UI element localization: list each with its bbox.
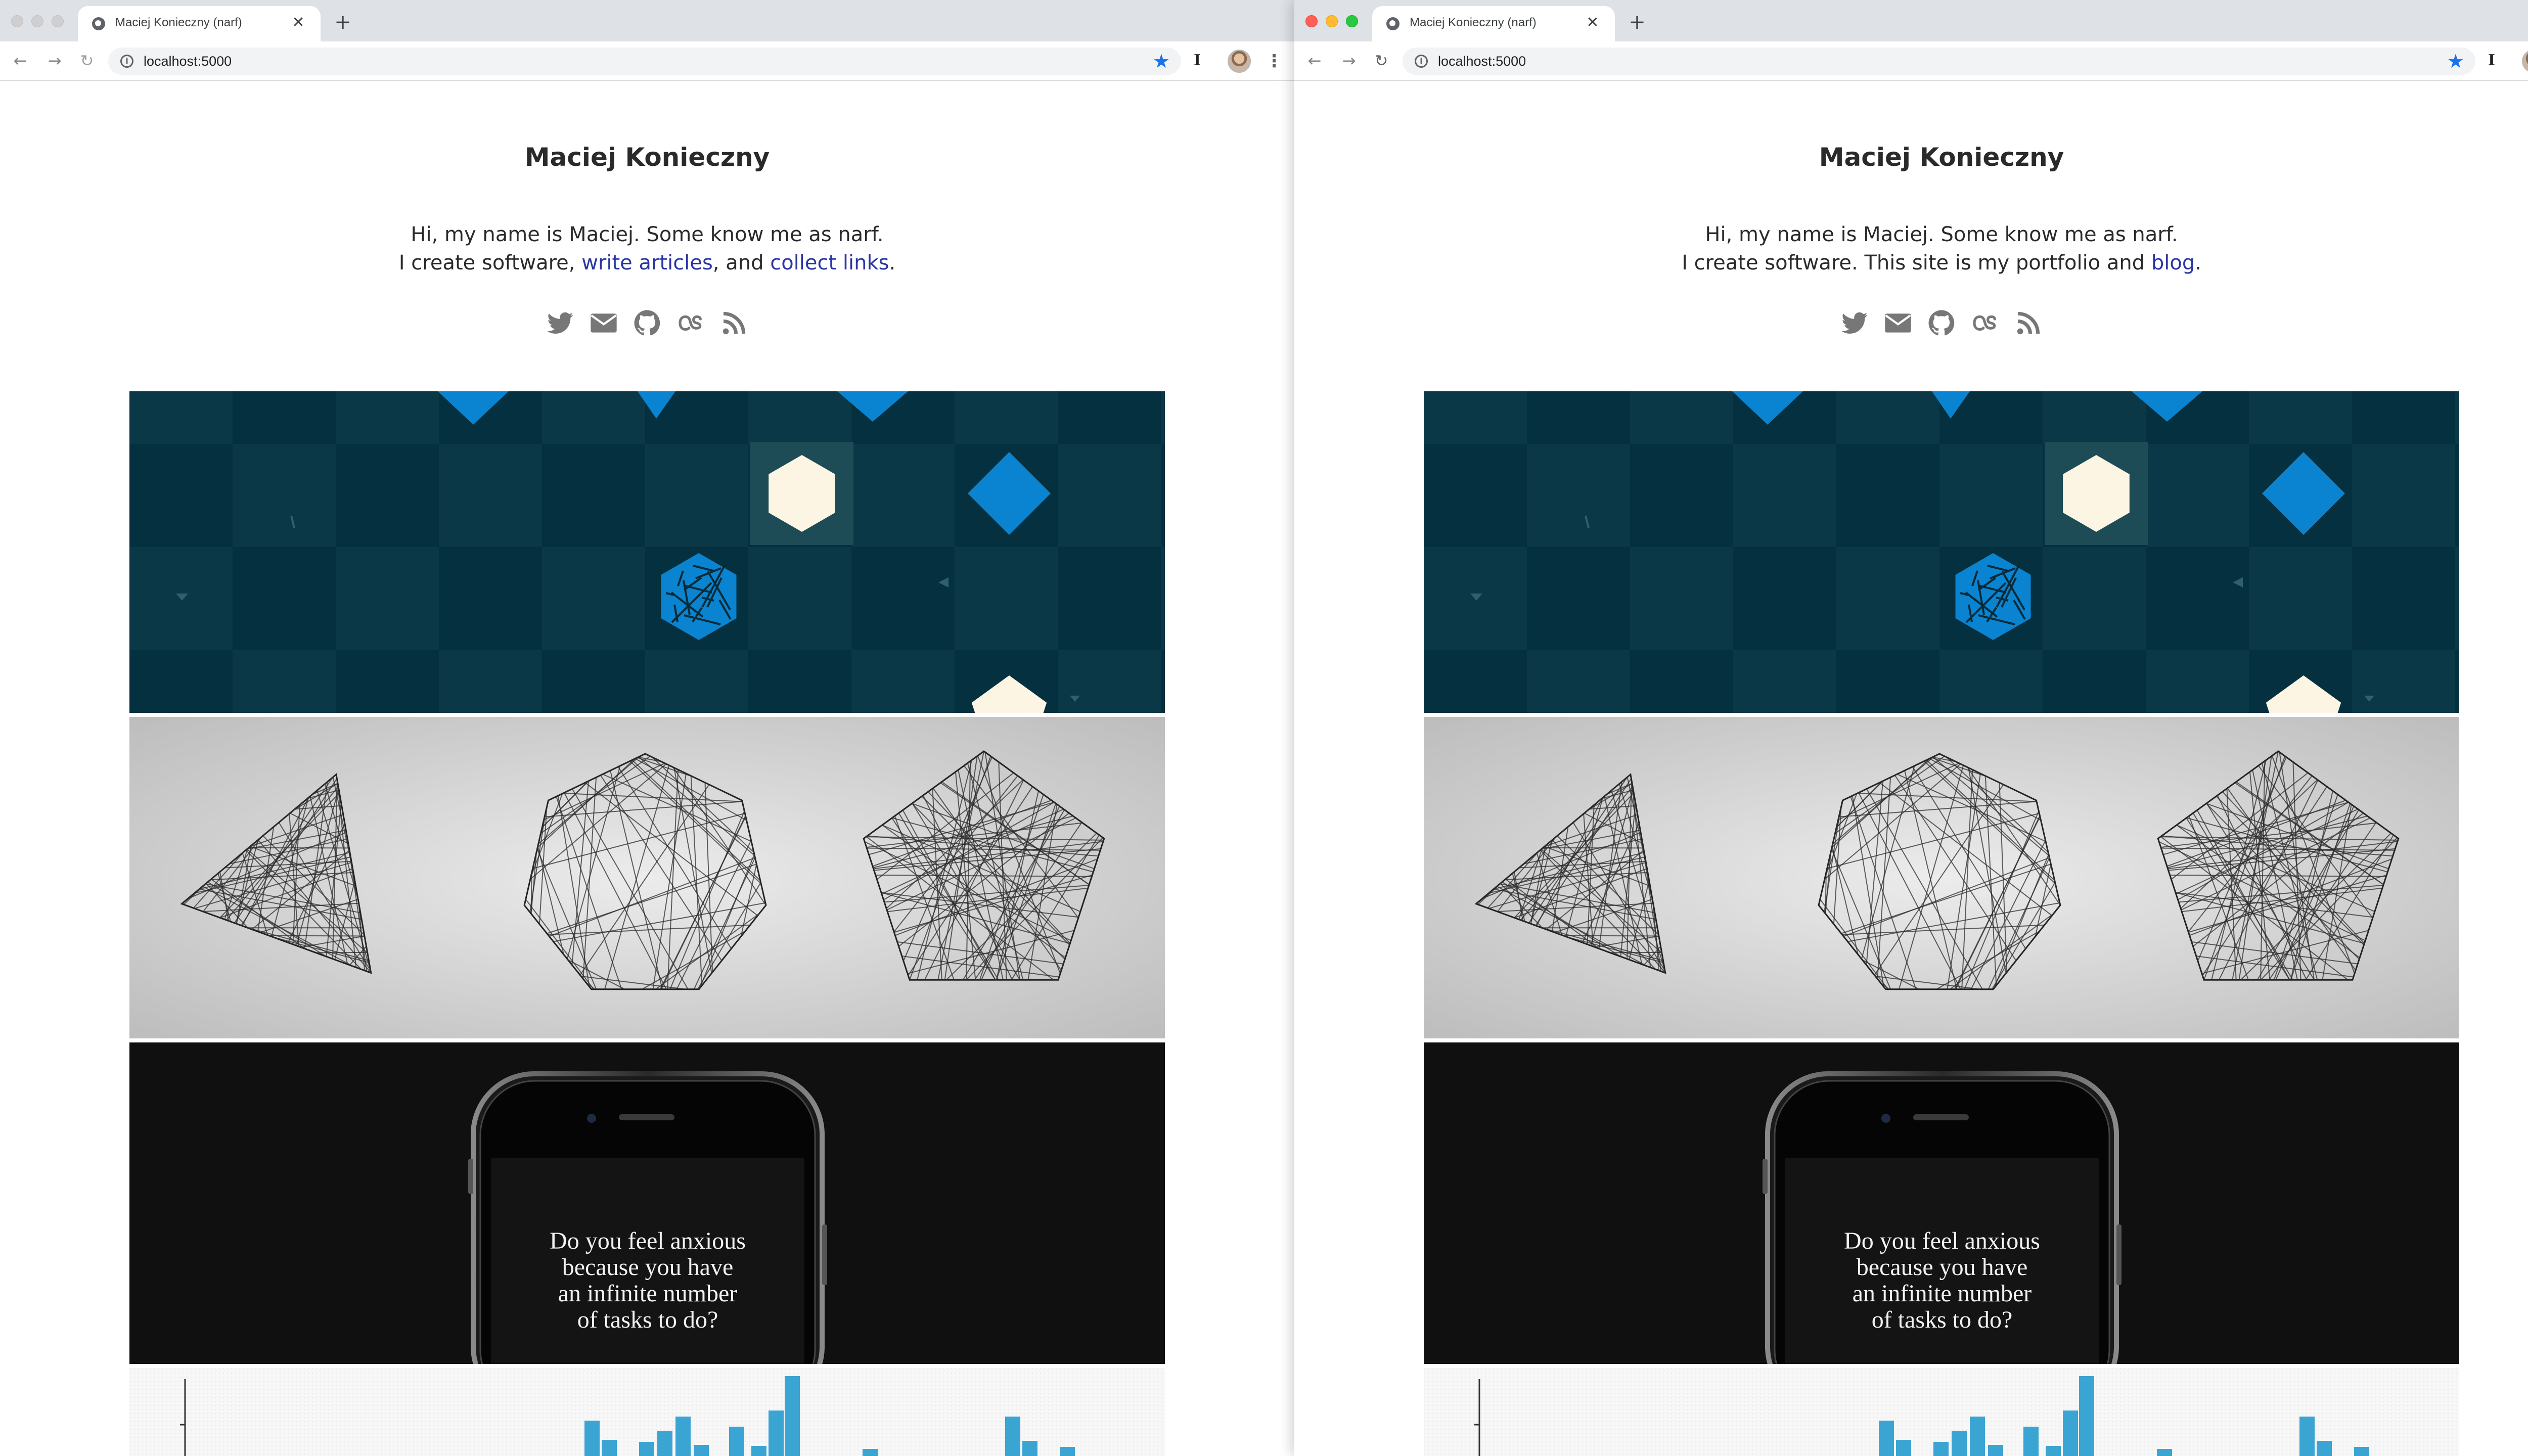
tab-title: Maciej Konieczny (narf) [115,16,242,29]
url-text[interactable]: localhost:5000 [1438,54,1526,69]
browser-window-left: Maciej Konieczny (narf) ✕ + ← → ↻ i loca… [0,0,1294,1456]
intro-text-part: I create software. This site is my portf… [1682,251,2151,275]
profile-avatar[interactable] [2522,50,2528,73]
back-arrow-icon[interactable]: ← [9,50,31,72]
github-icon[interactable] [633,309,661,337]
zoom-window-button[interactable] [52,15,64,27]
project-game-thumbnail[interactable] [1424,391,2459,713]
info-icon[interactable]: i [1415,55,1428,68]
string-art-shapes [129,717,1165,1038]
close-window-button[interactable] [1305,15,1318,27]
phone-mockup: Do you feel anxiousbecause you havean in… [1424,1042,2459,1364]
extension-icon[interactable]: I [1187,51,1207,71]
game-board [1424,391,2459,713]
social-links [1840,305,2043,341]
new-tab-button[interactable]: + [332,11,354,33]
info-icon[interactable]: i [120,55,133,68]
intro-line-1: Hi, my name is Maciej. Some know me as n… [411,223,884,246]
browser-toolbar: ← → ↻ i localhost:5000 ★ I ⋮ [1294,41,2528,81]
tab-strip: Maciej Konieczny (narf) ✕ + [1294,0,2528,41]
project-string-art-thumbnail[interactable] [129,717,1165,1038]
twitter-icon[interactable] [546,309,574,337]
globe-icon [92,17,105,30]
globe-icon [1386,17,1400,30]
phone-text-line: because you have [1857,1254,2028,1281]
forward-arrow-icon[interactable]: → [1338,50,1360,72]
twitter-icon[interactable] [1840,309,1869,337]
phone-text-line: an infinite number [1853,1280,2032,1307]
intro-text-part: I create software, [398,251,582,275]
github-icon[interactable] [1927,309,1956,337]
address-bar[interactable]: i localhost:5000 ★ [108,48,1181,75]
phone-text-line: Do you feel anxious [550,1227,746,1254]
social-links [546,305,748,341]
site-title: Maciej Konieczny [524,143,770,172]
phone-text-line: Do you feel anxious [1844,1227,2040,1254]
phone-text-line: of tasks to do? [577,1306,718,1333]
project-chart-thumbnail[interactable] [1424,1368,2459,1456]
bookmark-star-icon[interactable]: ★ [2447,50,2464,72]
kebab-menu-icon[interactable]: ⋮ [1264,50,1284,73]
lastfm-icon[interactable] [1971,309,1999,337]
intro-line-2: I create software. This site is my portf… [1294,249,2528,277]
web-page: Maciej Konieczny Hi, my name is Maciej. … [0,81,1294,1456]
url-text[interactable]: localhost:5000 [144,54,232,69]
extension-icon[interactable]: I [2481,51,2502,71]
project-string-art-thumbnail[interactable] [1424,717,2459,1038]
forward-arrow-icon[interactable]: → [43,50,66,72]
game-board [129,391,1165,713]
new-tab-button[interactable]: + [1626,11,1648,33]
lastfm-icon[interactable] [676,309,705,337]
browser-tab[interactable]: Maciej Konieczny (narf) ✕ [78,6,321,41]
string-art-shapes [1424,717,2459,1038]
project-chart-thumbnail[interactable] [129,1368,1165,1456]
browser-tab[interactable]: Maciej Konieczny (narf) ✕ [1372,6,1615,41]
bookmark-star-icon[interactable]: ★ [1153,50,1170,72]
phone-mockup: Do you feel anxiousbecause you havean in… [129,1042,1165,1364]
browser-toolbar: ← → ↻ i localhost:5000 ★ I ⋮ [0,41,1294,81]
browser-window-right: Maciej Konieczny (narf) ✕ + ← → ↻ i loca… [1294,0,2528,1456]
email-icon[interactable] [590,309,618,337]
intro-text-part: . [2195,251,2201,275]
email-icon[interactable] [1884,309,1912,337]
write-articles-link[interactable]: write articles [581,251,713,275]
phone-text-line: of tasks to do? [1872,1306,2013,1333]
intro-text-part: , and [712,251,771,275]
intro-text: Hi, my name is Maciej. Some know me as n… [0,220,1294,277]
phone-text-line: because you have [562,1254,734,1281]
rss-icon[interactable] [720,309,748,337]
collect-links-link[interactable]: collect links [770,251,889,275]
back-arrow-icon[interactable]: ← [1303,50,1326,72]
histogram-preview [129,1368,1165,1456]
intro-text: Hi, my name is Maciej. Some know me as n… [1294,220,2528,277]
reload-icon[interactable]: ↻ [1370,50,1392,72]
project-phone-app-thumbnail[interactable]: Do you feel anxious because you have an in… [129,1042,1165,1364]
site-title: Maciej Konieczny [1819,143,2064,172]
tab-title: Maciej Konieczny (narf) [1410,16,1537,29]
reload-icon[interactable]: ↻ [76,50,98,72]
intro-text-part: . [889,251,896,275]
close-tab-icon[interactable]: ✕ [289,14,307,32]
intro-line-2: I create software, write articles, and c… [0,249,1294,277]
close-window-button[interactable] [11,15,23,27]
rss-icon[interactable] [2014,309,2043,337]
intro-line-1: Hi, my name is Maciej. Some know me as n… [1705,223,2178,246]
profile-avatar[interactable] [1228,50,1251,73]
minimize-window-button[interactable] [1326,15,1338,27]
minimize-window-button[interactable] [31,15,43,27]
close-tab-icon[interactable]: ✕ [1584,14,1602,32]
tab-strip: Maciej Konieczny (narf) ✕ + [0,0,1294,41]
zoom-window-button[interactable] [1346,15,1358,27]
project-phone-app-thumbnail[interactable]: Do you feel anxious because you have an in… [1424,1042,2459,1364]
address-bar[interactable]: i localhost:5000 ★ [1403,48,2475,75]
project-game-thumbnail[interactable] [129,391,1165,713]
phone-text-line: an infinite number [558,1280,738,1307]
histogram-preview [1424,1368,2459,1456]
web-page: Maciej Konieczny Hi, my name is Maciej. … [1294,81,2528,1456]
blog-link[interactable]: blog [2151,251,2195,275]
